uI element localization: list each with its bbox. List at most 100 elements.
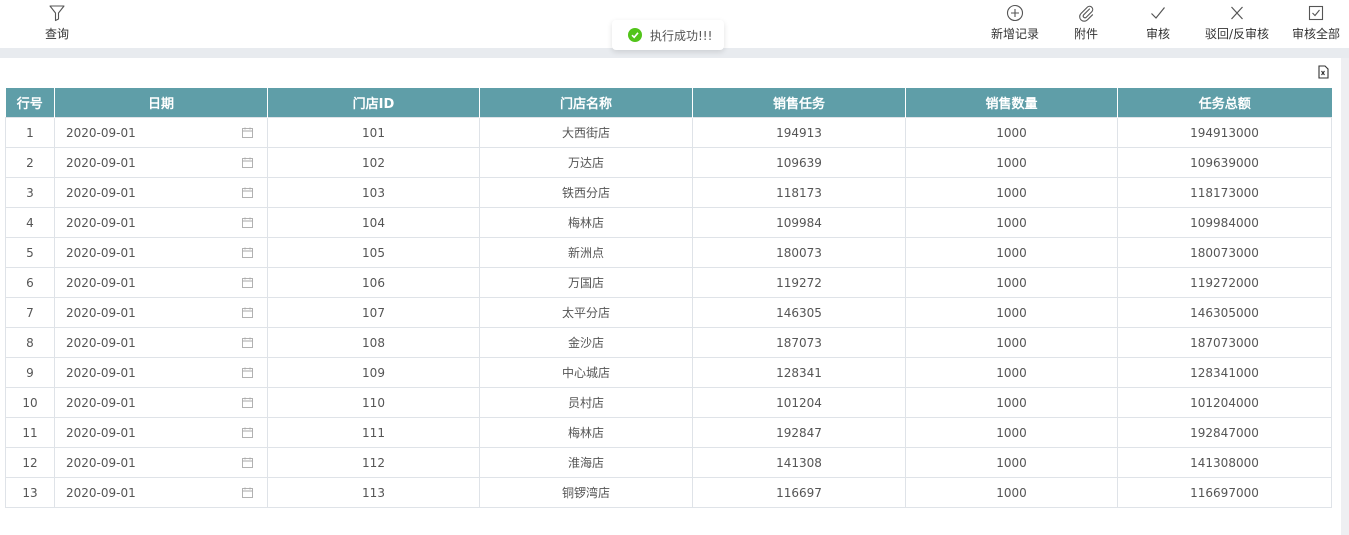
cell-sales-target: 109984 <box>692 207 906 238</box>
cell-date[interactable]: 2020-09-01 <box>54 267 268 298</box>
cell-row-number: 4 <box>5 207 55 238</box>
table-row[interactable]: 4 2020-09-01 104 梅林店 109984 1000 109984000 <box>5 207 1332 238</box>
cell-sales-target: 180073 <box>692 237 906 268</box>
cell-sales-target: 101204 <box>692 387 906 418</box>
cell-row-number: 12 <box>5 447 55 478</box>
audit-button[interactable]: 审核 <box>1140 0 1176 48</box>
cell-sales-target: 109639 <box>692 147 906 178</box>
cell-store-name: 员村店 <box>479 387 693 418</box>
audit-label: 审核 <box>1145 27 1170 41</box>
attachment-button[interactable]: 附件 <box>1068 0 1104 48</box>
cell-sales-target: 119272 <box>692 267 906 298</box>
cell-date[interactable]: 2020-09-01 <box>54 207 268 238</box>
cell-date[interactable]: 2020-09-01 <box>54 297 268 328</box>
date-value: 2020-09-01 <box>66 395 136 410</box>
cell-sales-target: 187073 <box>692 327 906 358</box>
audit-all-button[interactable]: 审核全部 <box>1288 0 1344 48</box>
cell-store-id: 102 <box>267 147 480 178</box>
cell-sales-quantity: 1000 <box>905 177 1118 208</box>
table-row[interactable]: 7 2020-09-01 107 太平分店 146305 1000 146305000 <box>5 297 1332 328</box>
success-toast: 执行成功!!! <box>612 20 724 50</box>
cell-target-total: 194913000 <box>1117 117 1332 148</box>
table-row[interactable]: 2 2020-09-01 102 万达店 109639 1000 109639000 <box>5 147 1332 178</box>
checkbox-icon <box>1308 5 1324 21</box>
reject-button[interactable]: 驳回/反审核 <box>1202 0 1272 48</box>
table-row[interactable]: 6 2020-09-01 106 万国店 119272 1000 119272000 <box>5 267 1332 298</box>
date-value: 2020-09-01 <box>66 215 136 230</box>
toast-message: 执行成功!!! <box>650 28 713 43</box>
date-value: 2020-09-01 <box>66 455 136 470</box>
table-row[interactable]: 13 2020-09-01 113 铜锣湾店 116697 1000 116697000 <box>5 477 1332 508</box>
calendar-icon[interactable] <box>242 337 253 348</box>
cell-store-name: 梅林店 <box>479 417 693 448</box>
calendar-icon[interactable] <box>242 427 253 438</box>
table-row[interactable]: 11 2020-09-01 111 梅林店 192847 1000 192847000 <box>5 417 1332 448</box>
table-row[interactable]: 8 2020-09-01 108 金沙店 187073 1000 187073000 <box>5 327 1332 358</box>
query-button[interactable]: 查询 <box>38 0 76 48</box>
cell-store-name: 铁西分店 <box>479 177 693 208</box>
reject-label: 驳回/反审核 <box>1204 27 1270 41</box>
calendar-icon[interactable] <box>242 487 253 498</box>
close-x-icon <box>1231 6 1243 20</box>
header-target-total[interactable]: 任务总额 <box>1117 88 1332 118</box>
calendar-icon[interactable] <box>242 247 253 258</box>
calendar-icon[interactable] <box>242 217 253 228</box>
calendar-icon[interactable] <box>242 157 253 168</box>
cell-sales-quantity: 1000 <box>905 207 1118 238</box>
cell-store-id: 108 <box>267 327 480 358</box>
cell-target-total: 192847000 <box>1117 417 1332 448</box>
cell-date[interactable]: 2020-09-01 <box>54 177 268 208</box>
cell-store-id: 111 <box>267 417 480 448</box>
calendar-icon[interactable] <box>242 457 253 468</box>
date-value: 2020-09-01 <box>66 125 136 140</box>
table-row[interactable]: 10 2020-09-01 110 员村店 101204 1000 101204000 <box>5 387 1332 418</box>
calendar-icon[interactable] <box>242 127 253 138</box>
cell-store-id: 104 <box>267 207 480 238</box>
header-sales-target[interactable]: 销售任务 <box>692 88 906 118</box>
calendar-icon[interactable] <box>242 307 253 318</box>
calendar-icon[interactable] <box>242 397 253 408</box>
table-row[interactable]: 1 2020-09-01 101 大西街店 194913 1000 194913000 <box>5 117 1332 148</box>
header-row-number[interactable]: 行号 <box>5 88 55 118</box>
header-store-name[interactable]: 门店名称 <box>479 88 693 118</box>
cell-date[interactable]: 2020-09-01 <box>54 237 268 268</box>
table-header-row: 行号 日期 门店ID 门店名称 销售任务 销售数量 任务总额 <box>5 88 1332 118</box>
cell-store-name: 梅林店 <box>479 207 693 238</box>
calendar-icon[interactable] <box>242 187 253 198</box>
attachment-label: 附件 <box>1073 27 1098 41</box>
cell-sales-quantity: 1000 <box>905 387 1118 418</box>
add-record-button[interactable]: 新增记录 <box>986 0 1044 48</box>
cell-date[interactable]: 2020-09-01 <box>54 387 268 418</box>
cell-date[interactable]: 2020-09-01 <box>54 417 268 448</box>
cell-store-name: 新洲点 <box>479 237 693 268</box>
cell-date[interactable]: 2020-09-01 <box>54 447 268 478</box>
date-value: 2020-09-01 <box>66 245 136 260</box>
cell-store-name: 中心城店 <box>479 357 693 388</box>
cell-store-id: 105 <box>267 237 480 268</box>
cell-date[interactable]: 2020-09-01 <box>54 477 268 508</box>
cell-row-number: 8 <box>5 327 55 358</box>
cell-date[interactable]: 2020-09-01 <box>54 147 268 178</box>
table-row[interactable]: 12 2020-09-01 112 淮海店 141308 1000 141308000 <box>5 447 1332 478</box>
cell-store-id: 109 <box>267 357 480 388</box>
cell-target-total: 116697000 <box>1117 477 1332 508</box>
cell-sales-target: 192847 <box>692 417 906 448</box>
table-row[interactable]: 9 2020-09-01 109 中心城店 128341 1000 128341000 <box>5 357 1332 388</box>
cell-date[interactable]: 2020-09-01 <box>54 117 268 148</box>
header-sales-quantity[interactable]: 销售数量 <box>905 88 1118 118</box>
cell-date[interactable]: 2020-09-01 <box>54 357 268 388</box>
calendar-icon[interactable] <box>242 367 253 378</box>
cell-date[interactable]: 2020-09-01 <box>54 327 268 358</box>
table-row[interactable]: 3 2020-09-01 103 铁西分店 118173 1000 118173000 <box>5 177 1332 208</box>
scrollbar-track[interactable] <box>1341 58 1349 535</box>
cell-sales-target: 116697 <box>692 477 906 508</box>
cell-row-number: 10 <box>5 387 55 418</box>
cell-sales-quantity: 1000 <box>905 147 1118 178</box>
calendar-icon[interactable] <box>242 277 253 288</box>
header-date[interactable]: 日期 <box>54 88 268 118</box>
date-value: 2020-09-01 <box>66 155 136 170</box>
table-row[interactable]: 5 2020-09-01 105 新洲点 180073 1000 180073000 <box>5 237 1332 268</box>
cell-sales-quantity: 1000 <box>905 357 1118 388</box>
export-icon[interactable] <box>1316 65 1330 79</box>
header-store-id[interactable]: 门店ID <box>267 88 480 118</box>
